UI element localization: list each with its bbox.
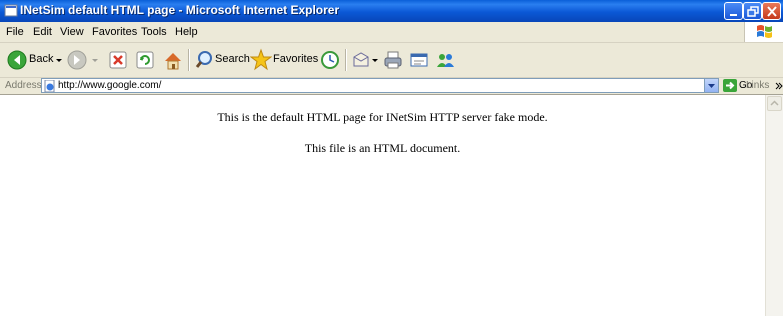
favorites-button-label[interactable]: Favorites <box>273 53 318 65</box>
page-text-line-1: This is the default HTML page for INetSi… <box>217 110 548 124</box>
refresh-icon[interactable] <box>135 48 155 72</box>
title-bar[interactable]: INetSim default HTML page - Microsoft In… <box>0 0 783 22</box>
chevron-up-icon <box>770 100 779 106</box>
ie-page-icon <box>4 4 18 17</box>
back-button-label[interactable]: Back <box>29 53 53 65</box>
search-button-label[interactable]: Search <box>215 53 250 65</box>
menu-edit[interactable]: Edit <box>33 26 52 38</box>
menu-bar: File Edit View Favorites Tools Help <box>0 22 783 43</box>
home-icon[interactable] <box>162 48 184 72</box>
window-title: INetSim default HTML page - Microsoft In… <box>20 3 340 17</box>
toolbar-separator <box>188 49 190 71</box>
menu-help[interactable]: Help <box>175 26 198 38</box>
menu-file[interactable]: File <box>6 26 24 38</box>
go-arrow-icon <box>723 79 737 92</box>
back-dropdown-icon[interactable] <box>54 48 64 72</box>
windows-flag-icon <box>757 25 772 38</box>
forward-arrow-icon[interactable] <box>66 48 88 72</box>
messenger-icon[interactable] <box>434 48 456 72</box>
close-button[interactable] <box>762 2 781 20</box>
menu-tools[interactable]: Tools <box>141 26 167 38</box>
minimize-icon <box>730 14 737 16</box>
links-toolbar[interactable]: Links <box>746 80 769 91</box>
standard-toolbar: Back Search Favorites <box>0 43 783 78</box>
address-input[interactable] <box>58 79 698 92</box>
chevron-right-icon[interactable] <box>775 81 783 91</box>
toolbar-separator <box>345 49 347 71</box>
menu-view[interactable]: View <box>60 26 84 38</box>
minimize-button[interactable] <box>724 2 743 20</box>
page-text-line-2: This file is an HTML document. <box>304 141 461 155</box>
chevron-down-icon <box>708 84 715 88</box>
go-button[interactable]: Go <box>722 78 752 93</box>
favorites-star-icon[interactable] <box>250 48 272 72</box>
mail-dropdown-icon[interactable] <box>371 48 379 72</box>
page-content: This is the default HTML page for INetSi… <box>0 95 765 316</box>
address-field[interactable] <box>41 78 719 93</box>
page-favicon-icon <box>44 80 55 92</box>
edit-icon[interactable] <box>408 48 430 72</box>
menu-favorites[interactable]: Favorites <box>92 26 137 38</box>
windows-logo <box>744 22 783 42</box>
address-bar: Address Go Links <box>0 78 783 95</box>
close-icon <box>767 6 777 17</box>
stop-icon[interactable] <box>108 48 128 72</box>
address-dropdown-button[interactable] <box>704 79 718 92</box>
vertical-scrollbar[interactable] <box>765 95 783 316</box>
restore-icon <box>747 6 759 17</box>
back-arrow-icon[interactable] <box>6 48 28 72</box>
history-icon[interactable] <box>320 48 340 72</box>
scroll-up-button[interactable] <box>767 96 782 111</box>
mail-icon[interactable] <box>351 48 371 72</box>
address-label: Address <box>5 80 42 91</box>
search-icon[interactable] <box>194 48 214 72</box>
forward-dropdown-icon[interactable] <box>90 48 100 72</box>
print-icon[interactable] <box>382 48 404 72</box>
maximize-button[interactable] <box>743 2 762 20</box>
